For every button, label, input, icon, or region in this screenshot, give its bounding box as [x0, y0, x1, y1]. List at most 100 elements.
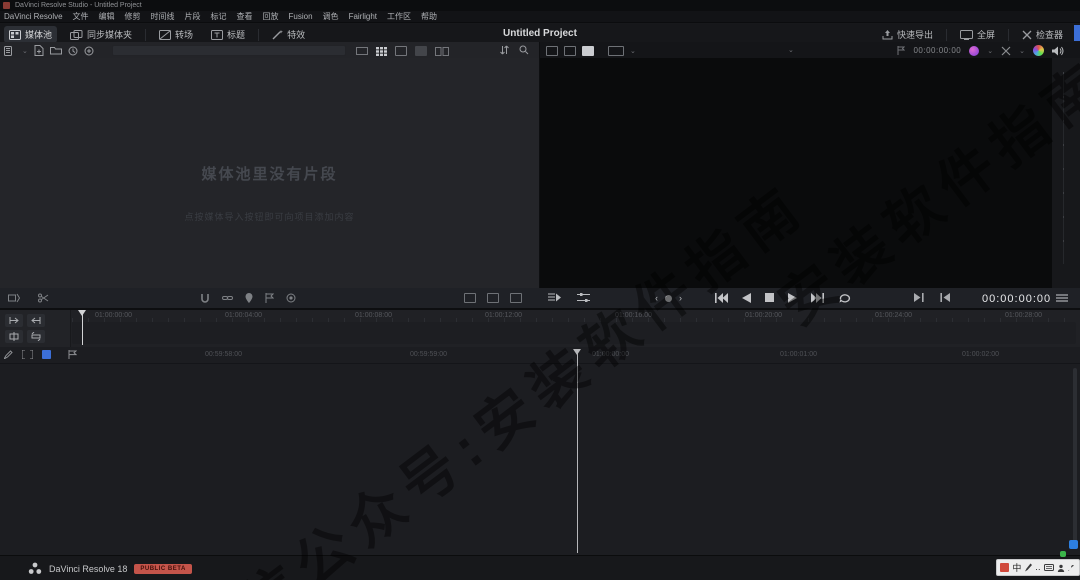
menu-timeline[interactable]: 时间线 [151, 11, 175, 22]
menu-fusion[interactable]: Fusion [289, 12, 313, 21]
transform-chevron-icon[interactable]: ⌄ [1019, 47, 1025, 55]
marker-icon[interactable] [245, 293, 253, 303]
ime-more-dots[interactable]: ‥ [1035, 563, 1040, 573]
menu-mark[interactable]: 标记 [211, 11, 227, 22]
match-frame-icon[interactable] [548, 292, 561, 303]
jog-left-icon[interactable]: ‹ [655, 293, 658, 303]
menu-edit[interactable]: 编辑 [99, 11, 115, 22]
menu-file[interactable]: 文件 [73, 11, 89, 22]
edit-mode-icon[interactable] [8, 293, 20, 303]
ime-tray-bar[interactable]: 中 ‥ [996, 559, 1080, 576]
go-to-start-button[interactable] [715, 292, 728, 303]
import-folder-icon[interactable] [49, 46, 62, 55]
menu-help[interactable]: 帮助 [421, 11, 437, 22]
jog-wheel-icon[interactable] [665, 294, 672, 302]
volume-slider[interactable] [1063, 72, 1064, 264]
timeline-playhead[interactable] [577, 353, 578, 553]
bin-list-icon[interactable] [4, 45, 16, 56]
search-icon[interactable] [519, 45, 529, 55]
media-pool-search-field[interactable] [112, 45, 346, 56]
trim-out-tool-button[interactable] [27, 314, 45, 327]
roll-tool-button[interactable] [5, 330, 23, 343]
play-reverse-button[interactable] [742, 292, 751, 303]
timeline-overview-track[interactable] [72, 322, 1076, 344]
tools-sliders-icon[interactable] [577, 292, 590, 303]
media-pool-panel[interactable]: 媒体池里没有片段 点按媒体导入按钮即可向项目添加内容 [0, 58, 539, 288]
clip-color-icon[interactable] [286, 293, 296, 303]
snapping-magnet-icon[interactable] [200, 293, 210, 303]
ruler-label: 01:00:28:00 [1005, 312, 1042, 319]
film-strip-icon[interactable] [464, 293, 476, 303]
timeline-view-icon[interactable] [582, 46, 594, 56]
transform-icon[interactable] [1001, 46, 1011, 56]
ime-user-icon[interactable] [1057, 564, 1065, 572]
marker-flag-icon[interactable] [68, 350, 77, 359]
ime-logo-icon[interactable] [1000, 563, 1010, 572]
scissors-icon[interactable] [38, 293, 49, 303]
smart-bin-icon[interactable] [68, 46, 78, 56]
timeline-panel[interactable]: 00:59:58:00 00:59:59:00 01:00:00:00 01:0… [0, 347, 1080, 555]
link-clips-icon[interactable] [222, 293, 233, 303]
audio-meter-strip [1052, 58, 1080, 288]
color-wheel-icon[interactable] [1033, 45, 1044, 56]
menu-fairlight[interactable]: Fairlight [349, 12, 377, 21]
metadata-view-icon[interactable] [435, 46, 449, 56]
color-profile-icon[interactable] [969, 45, 980, 56]
aspect-ratio-chevron-icon[interactable]: ⌄ [630, 47, 636, 55]
viewer-screen[interactable] [540, 58, 1052, 288]
overview-playhead[interactable] [82, 314, 83, 345]
in-out-range-icon[interactable] [22, 350, 33, 359]
ime-wrench-icon[interactable] [1067, 564, 1075, 572]
slip-tool-button[interactable] [27, 330, 45, 343]
sort-icon[interactable] [500, 45, 509, 55]
ime-keyboard-icon[interactable] [1043, 564, 1054, 571]
aspect-ratio-icon[interactable] [608, 46, 624, 56]
menu-trim[interactable]: 修剪 [125, 11, 141, 22]
flag-icon[interactable] [897, 46, 906, 55]
import-media-icon[interactable] [34, 45, 44, 56]
loop-button[interactable] [838, 292, 851, 303]
list-view-icon[interactable] [415, 46, 427, 56]
menu-playback[interactable]: 回放 [263, 11, 279, 22]
still-frame-icon[interactable] [487, 293, 499, 303]
grid-view-icon[interactable] [376, 46, 387, 56]
menu-workspace[interactable]: 工作区 [387, 11, 411, 22]
prev-edit-icon[interactable] [940, 293, 950, 302]
jog-right-icon[interactable]: › [679, 293, 682, 303]
color-profile-chevron-icon[interactable]: ⌄ [987, 47, 993, 55]
source-tape-icon[interactable] [546, 46, 558, 56]
stop-button[interactable] [765, 293, 774, 302]
ime-pen-icon[interactable] [1024, 563, 1033, 572]
menu-color[interactable]: 调色 [323, 11, 339, 22]
go-to-end-button[interactable] [811, 292, 824, 303]
menu-davinci-resolve[interactable]: DaVinci Resolve [4, 12, 63, 21]
menu-view[interactable]: 查看 [237, 11, 253, 22]
clip-color-swatch[interactable] [42, 350, 51, 359]
menu-clip[interactable]: 片段 [185, 11, 201, 22]
clone-tool-icon[interactable] [84, 46, 94, 56]
inspector-button[interactable]: 检查器 [1017, 26, 1068, 43]
speaker-icon[interactable] [1052, 46, 1064, 56]
trim-in-tool-button[interactable] [5, 314, 23, 327]
timeline-scrollbar[interactable] [1073, 368, 1077, 543]
play-button[interactable] [788, 292, 797, 303]
bin-list-chevron-icon[interactable]: ⌄ [22, 47, 28, 55]
ime-language-indicator[interactable]: 中 [1012, 563, 1021, 573]
pen-tool-icon[interactable] [4, 350, 13, 359]
ruler-label: 01:00:12:00 [485, 312, 522, 319]
next-edit-icon[interactable] [914, 293, 924, 302]
quick-export-button[interactable]: 快速导出 [877, 26, 938, 43]
inspector-active-indicator [1074, 25, 1080, 41]
ruler-label: 01:00:24:00 [875, 312, 912, 319]
media-pool-header: ⌄ [0, 42, 539, 59]
flag-clip-icon[interactable] [265, 293, 274, 303]
transport-menu-icon[interactable] [1056, 294, 1068, 302]
fullscreen-button[interactable]: 全屏 [955, 26, 1000, 43]
notification-icon[interactable] [1069, 540, 1078, 549]
source-clip-icon[interactable] [564, 46, 576, 56]
strip-view-icon[interactable] [356, 47, 368, 55]
toolbar-separator [1007, 28, 1009, 41]
thumbnail-view-icon[interactable] [395, 46, 407, 56]
audio-track-icon[interactable] [510, 293, 522, 303]
viewer-title-chevron-icon[interactable]: ⌄ [788, 46, 794, 54]
